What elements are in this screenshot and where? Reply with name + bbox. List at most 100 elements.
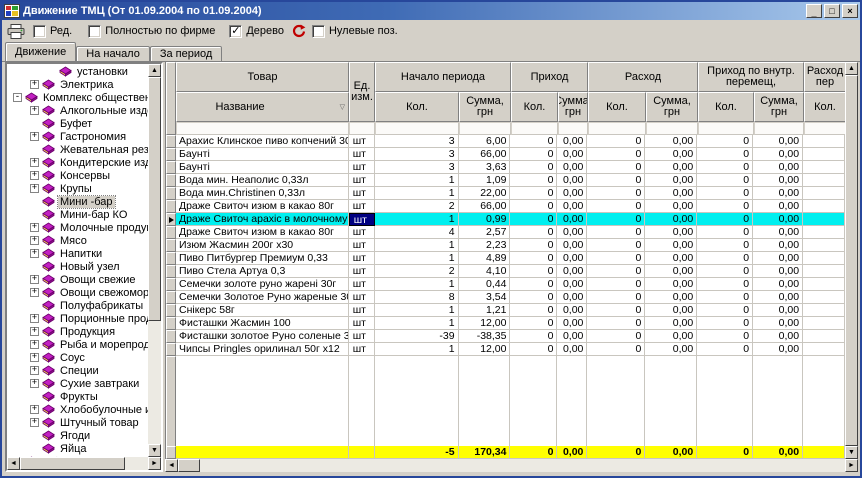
cell-vnutr-summa[interactable]: 0,00 [753,187,803,200]
table-row[interactable]: Семечки золоте руно жарені 30г шт 1 0,44… [166,278,845,291]
cell-nachalo-summa[interactable]: 6,00 [459,135,511,148]
subheader-kol[interactable]: Кол. [804,92,845,122]
scroll-right-icon[interactable]: ► [845,459,858,472]
scroll-up-icon[interactable]: ▲ [148,64,161,77]
cell-name[interactable]: Баунті [176,148,349,161]
tree-item[interactable]: + Электрика [7,78,148,91]
cell-rashod-kol[interactable]: 0 [587,304,645,317]
cell-prihod-kol[interactable]: 0 [510,317,557,330]
tree-item[interactable]: - Комплекс общественно [7,91,148,104]
table-row[interactable]: Баунті шт 3 3,63 0 0,00 0 0,00 0 0,00 [166,161,845,174]
cell-unit[interactable]: шт [349,200,375,213]
tab-za-period[interactable]: За период [150,46,222,61]
row-marker[interactable] [166,304,176,317]
checkbox-zero-pos[interactable]: Нулевые поз. [312,25,398,38]
cell-name[interactable]: Драже Свиточ изюм в какао 80г [176,226,349,239]
subheader-kol[interactable]: Кол. [698,92,754,122]
cell-prihod-summa[interactable]: 0,00 [557,161,587,174]
cell-prihod-summa[interactable]: 0,00 [557,291,587,304]
cell-prihod-summa[interactable]: 0,00 [557,252,587,265]
cell-rashod-summa[interactable]: 0,00 [645,304,697,317]
tree-item[interactable]: Мини -бар [7,195,148,208]
tree-item[interactable]: + Соус [7,351,148,364]
cell-unit[interactable]: шт [349,174,375,187]
row-marker[interactable] [166,226,176,239]
filter-cell[interactable] [754,122,804,135]
cell-vnutr-kol[interactable]: 0 [697,291,753,304]
cell-nachalo-kol[interactable]: 3 [375,161,459,174]
tree-item[interactable]: Новый узел [7,260,148,273]
subheader-summa[interactable]: Сумма, грн [558,92,588,122]
tree-item[interactable]: Яйца [7,442,148,455]
tree-item[interactable]: Жевательная резин [7,143,148,156]
cell-name[interactable]: Изюм Жасмин 200г х30 [176,239,349,252]
row-marker[interactable] [166,161,176,174]
tree-item[interactable]: + Порционные продукт [7,312,148,325]
cell-vnutr-kol[interactable]: 0 [697,278,753,291]
cell-prihod-kol[interactable]: 0 [510,135,557,148]
table-row[interactable]: Фисташки золотое Руно соленые 30г шт -39… [166,330,845,343]
cell-vnutr-summa[interactable]: 0,00 [753,278,803,291]
cell-rashod-kol[interactable]: 0 [587,226,645,239]
cell-nachalo-summa[interactable]: 12,00 [459,317,511,330]
cell-nachalo-summa[interactable]: 1,21 [459,304,511,317]
cell-rashod-per-kol[interactable] [803,317,845,330]
cell-vnutr-kol[interactable]: 0 [697,135,753,148]
titlebar[interactable]: Движение ТМЦ (От 01.09.2004 по 01.09.200… [2,2,860,20]
cell-prihod-kol[interactable]: 0 [510,265,557,278]
cell-nachalo-kol[interactable]: 2 [375,200,459,213]
cell-nachalo-summa[interactable]: 12,00 [459,343,511,356]
cell-rashod-per-kol[interactable] [803,252,845,265]
cell-unit[interactable]: шт [349,148,375,161]
tree-expander-icon[interactable]: + [30,288,39,297]
group-header-rashod-per[interactable]: Расход пер [804,62,845,92]
cell-unit[interactable]: шт [349,213,375,226]
tree-expander-icon[interactable]: + [30,366,39,375]
cell-nachalo-summa[interactable]: 0,99 [459,213,511,226]
subheader-summa[interactable]: Сумма, грн [754,92,804,122]
cell-prihod-summa[interactable]: 0,00 [557,343,587,356]
cell-rashod-per-kol[interactable] [803,265,845,278]
subheader-kol[interactable]: Кол. [588,92,646,122]
cell-prihod-summa[interactable]: 0,00 [557,213,587,226]
cell-vnutr-summa[interactable]: 0,00 [753,265,803,278]
scroll-down-icon[interactable]: ▼ [148,444,161,457]
tree-item[interactable]: установки [7,65,148,78]
row-marker[interactable] [166,200,176,213]
row-marker[interactable] [166,213,176,226]
cell-nachalo-summa[interactable]: 66,00 [459,148,511,161]
minimize-button[interactable]: _ [806,4,822,18]
tree-item[interactable]: + Продукция [7,325,148,338]
tree-expander-icon[interactable]: - [13,93,22,102]
table-row[interactable]: Баунті шт 3 66,00 0 0,00 0 0,00 0 0,00 [166,148,845,161]
tree-expander-icon[interactable]: + [30,80,39,89]
tree-expander-icon[interactable]: + [30,236,39,245]
tree-vscroll-thumb[interactable] [148,77,161,321]
cell-nachalo-summa[interactable]: -38,35 [459,330,511,343]
cell-name[interactable]: Драже Свиточ арахіс в молочному шок. 4 [176,213,349,226]
tree-item[interactable]: Фрукты [7,390,148,403]
grid-vscroll-thumb[interactable] [845,75,858,446]
col-header-tovar[interactable]: Товар [176,62,349,92]
table-row[interactable]: Драже Свиточ арахіс в молочному шок. 4 ш… [166,213,845,226]
cell-rashod-per-kol[interactable] [803,304,845,317]
tree-expander-icon[interactable]: + [30,275,39,284]
cell-rashod-per-kol[interactable] [803,343,845,356]
cell-vnutr-summa[interactable]: 0,00 [753,330,803,343]
filter-cell[interactable] [804,122,845,135]
cell-vnutr-summa[interactable]: 0,00 [753,174,803,187]
cell-vnutr-summa[interactable]: 0,00 [753,213,803,226]
cell-vnutr-summa[interactable]: 0,00 [753,135,803,148]
cell-vnutr-summa[interactable]: 0,00 [753,161,803,174]
cell-rashod-kol[interactable]: 0 [587,317,645,330]
tree-expander-icon[interactable]: + [30,405,39,414]
cell-vnutr-kol[interactable]: 0 [697,226,753,239]
row-marker[interactable] [166,291,176,304]
tree-horizontal-scrollbar[interactable]: ◄ ► [7,457,161,470]
cell-prihod-kol[interactable]: 0 [510,278,557,291]
cell-vnutr-kol[interactable]: 0 [697,174,753,187]
cell-vnutr-kol[interactable]: 0 [697,317,753,330]
filter-cell[interactable] [646,122,698,135]
grid-vertical-scrollbar[interactable]: ▲ ▼ [845,62,858,459]
tree-item[interactable]: + Консервы [7,169,148,182]
